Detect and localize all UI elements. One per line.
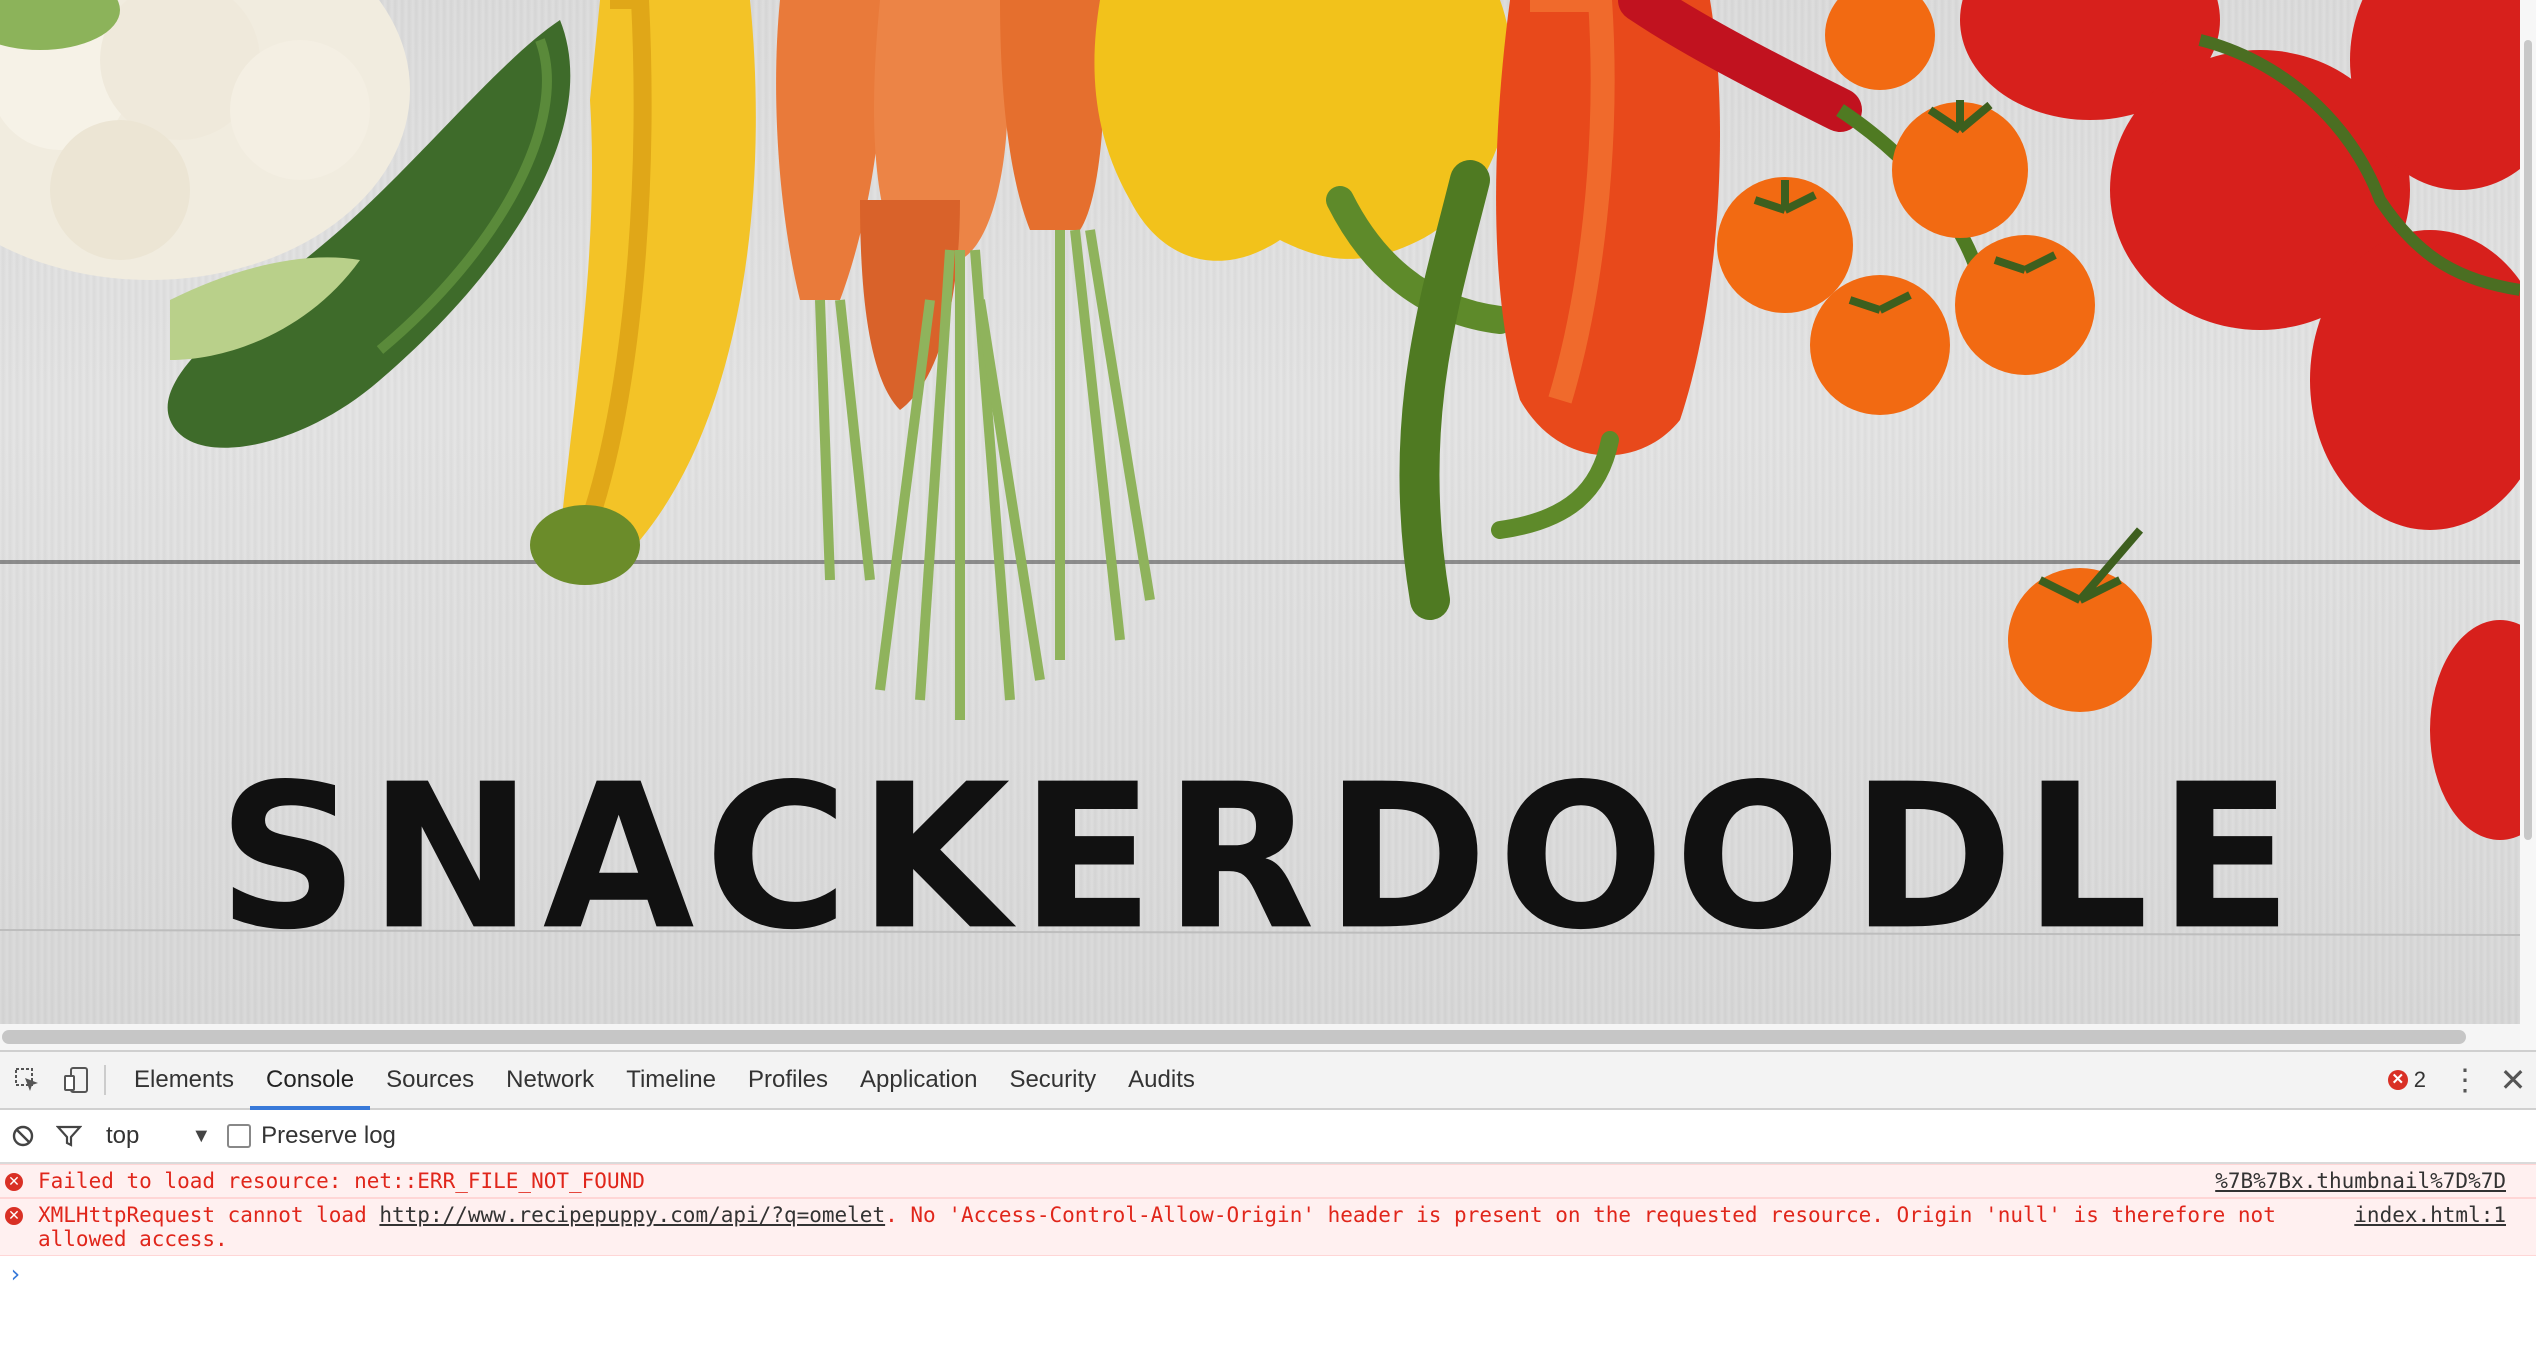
toolbar-divider [104,1065,106,1095]
message-source-link[interactable]: index.html:1 [2354,1203,2506,1227]
preserve-log-label[interactable]: Preserve log [261,1122,396,1150]
devtools-panel: Elements Console Sources Network Timelin… [0,1050,2536,1354]
green-chili-shape [1399,160,1490,620]
dropdown-arrow-icon[interactable]: ▼ [151,1125,227,1148]
tab-elements[interactable]: Elements [118,1052,250,1108]
filter-icon[interactable] [46,1110,92,1162]
page-vertical-scrollbar[interactable] [2520,0,2536,1050]
tab-timeline[interactable]: Timeline [610,1052,732,1108]
scrollbar-thumb[interactable] [2,1030,2466,1044]
error-icon: ✕ [2387,1070,2408,1090]
device-toolbar-icon[interactable] [54,1052,98,1108]
console-message-error: ✕ XMLHttpRequest cannot load http://www.… [0,1198,2536,1256]
page-horizontal-scrollbar[interactable] [0,1024,2520,1050]
devtools-tabbar: Elements Console Sources Network Timelin… [0,1052,2536,1110]
hero-banner: SNACKERDOODLE [0,0,2520,1024]
more-options-icon[interactable]: ⋮ [2440,1063,2490,1098]
message-text: XMLHttpRequest cannot load [38,1203,380,1227]
console-messages: ✕ Failed to load resource: net::ERR_FILE… [0,1164,2536,1296]
message-text: Failed to load resource: net::ERR_FILE_N… [38,1169,645,1193]
tab-profiles[interactable]: Profiles [732,1052,844,1108]
tab-application[interactable]: Application [844,1052,993,1108]
console-toolbar: top ▼ Preserve log [0,1110,2536,1164]
close-icon[interactable]: ✕ [2490,1061,2536,1099]
error-counter[interactable]: ✕ 2 [2374,1067,2440,1093]
context-selector[interactable]: top [92,1122,151,1150]
tomatoes-shape [1960,0,2520,840]
console-prompt: › [8,1260,23,1288]
inspect-element-icon[interactable] [0,1052,54,1108]
error-count: 2 [2413,1067,2426,1092]
tab-sources[interactable]: Sources [370,1052,490,1108]
tab-security[interactable]: Security [993,1052,1112,1108]
error-icon: ✕ [5,1173,23,1191]
error-icon: ✕ [5,1207,23,1225]
site-title: SNACKERDOODLE [217,741,2303,975]
message-url-link[interactable]: http://www.recipepuppy.com/api/?q=omelet [379,1203,885,1227]
tab-audits[interactable]: Audits [1112,1052,1211,1108]
console-message-error: ✕ Failed to load resource: net::ERR_FILE… [0,1164,2536,1198]
tab-network[interactable]: Network [490,1052,610,1108]
red-pepper-shape [1491,0,1720,539]
tab-console[interactable]: Console [250,1052,371,1110]
preserve-log-checkbox[interactable] [227,1124,252,1148]
scrollbar-thumb[interactable] [2524,40,2532,840]
console-input-line[interactable]: › [0,1256,2536,1296]
carrots-shape [776,0,1155,720]
clear-console-icon[interactable] [0,1110,46,1162]
message-source-link[interactable]: %7B%7Bx.thumbnail%7D%7D [2215,1169,2506,1193]
